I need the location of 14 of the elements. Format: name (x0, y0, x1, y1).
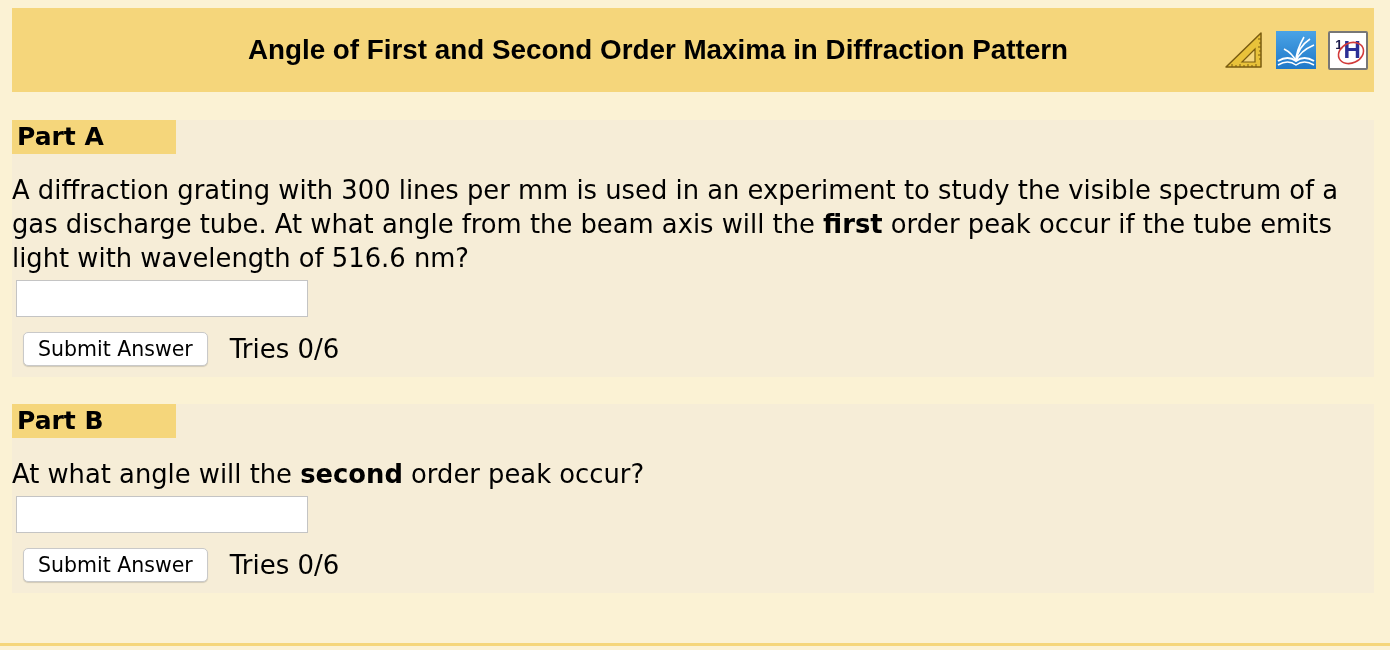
answer-field[interactable] (16, 280, 308, 317)
submit-answer-button[interactable]: Submit Answer (23, 548, 208, 582)
part-heading: Part A (12, 120, 176, 154)
page-title: Angle of First and Second Order Maxima in Diffraction Pattern (247, 34, 1069, 65)
question-text: A diffraction grating with 300 lines per mm is used in an experiment to study the visible spectrum of a gas discharge tube. At what angle from the beam axis will the first order peak occur if the tube emits light with wavelength of 516.6 nm? (12, 174, 1340, 275)
question-text: At what angle will the second order peak occur? (12, 458, 646, 491)
part-heading: Part B (12, 404, 176, 438)
submit-answer-button[interactable]: Submit Answer (23, 332, 208, 366)
book-icon[interactable] (1276, 31, 1316, 69)
hydrogen-tool-button[interactable]: $^{1}$H (1328, 30, 1368, 70)
ring-icon (1336, 39, 1366, 66)
answer-field[interactable] (16, 496, 308, 533)
tries-counter: Tries 0/6 (229, 334, 340, 364)
tries-counter: Tries 0/6 (229, 550, 340, 580)
